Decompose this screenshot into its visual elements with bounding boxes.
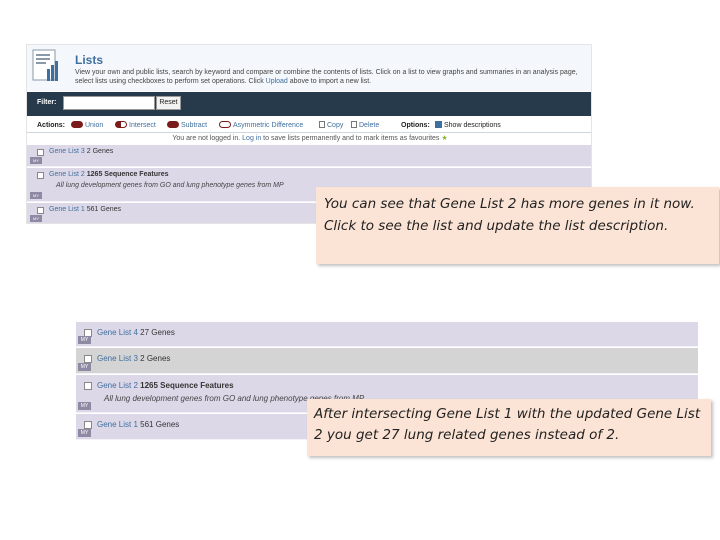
row-checkbox[interactable] (84, 421, 92, 429)
star-icon: ★ (441, 135, 448, 142)
options-label: Options: (401, 122, 430, 129)
my-badge: MY (30, 215, 42, 222)
my-badge: MY (78, 429, 91, 437)
row-checkbox[interactable] (37, 172, 44, 179)
copy-icon (319, 121, 325, 128)
login-link[interactable]: Log in (242, 135, 261, 142)
list-name: Gene List 1 561 Genes (97, 420, 180, 429)
login-notice: You are not logged in. Log in to save li… (172, 135, 448, 142)
list-name: Gene List 3 2 Genes (49, 148, 114, 155)
lists-header: Lists View your own and public lists, se… (27, 45, 591, 91)
callout-intersect-result: After intersecting Gene List 1 with the … (307, 399, 711, 456)
subtract-icon (167, 121, 179, 128)
page-description: View your own and public lists, search b… (75, 69, 578, 85)
row-checkbox[interactable] (84, 355, 92, 363)
row-checkbox[interactable] (84, 382, 92, 390)
actions-label: Actions: (37, 122, 65, 129)
list-row[interactable]: Gene List 4 27 Genes MY (76, 322, 698, 347)
page-title: Lists (75, 53, 104, 67)
filter-label: Filter: (37, 99, 57, 106)
subtract-button[interactable]: Subtract (167, 118, 207, 133)
callout-gene-list-2: You can see that Gene List 2 has more ge… (316, 187, 719, 264)
filter-bar: Filter: Reset (27, 92, 591, 116)
asymmetric-difference-icon (219, 121, 231, 128)
show-descriptions-toggle[interactable]: Show descriptions (435, 118, 501, 133)
row-checkbox[interactable] (37, 149, 44, 156)
my-badge: MY (30, 157, 42, 164)
my-badge: MY (78, 402, 91, 410)
intersect-button[interactable]: Intersect (115, 118, 156, 133)
list-name: Gene List 1 561 Genes (49, 206, 122, 213)
list-name: Gene List 2 1265 Sequence Features (97, 381, 234, 390)
asymmetric-difference-button[interactable]: Asymmetric Difference (219, 118, 303, 133)
list-description: All lung development genes from GO and l… (56, 182, 284, 189)
intersect-icon (115, 121, 127, 128)
upload-link[interactable]: Upload (266, 78, 288, 85)
my-badge: MY (78, 363, 91, 371)
list-name: Gene List 3 2 Genes (97, 354, 171, 363)
list-name: Gene List 4 27 Genes (97, 328, 175, 337)
copy-button[interactable]: Copy (319, 118, 343, 133)
filter-input[interactable] (63, 96, 155, 110)
list-row[interactable]: Gene List 3 2 Genes MY (76, 348, 698, 374)
reset-button[interactable]: Reset (156, 96, 181, 110)
list-row[interactable]: Gene List 3 2 Genes MY (27, 145, 591, 167)
lists-icon (32, 49, 58, 81)
list-name: Gene List 2 1265 Sequence Features (49, 171, 169, 178)
actions-bar: Actions: Union Intersect Subtract Asymme… (27, 118, 591, 133)
trash-icon (351, 121, 357, 128)
union-button[interactable]: Union (71, 118, 103, 133)
delete-button[interactable]: Delete (351, 118, 379, 133)
checkbox-checked-icon (435, 121, 442, 128)
my-badge: MY (30, 192, 42, 199)
my-badge: MY (78, 336, 91, 344)
union-icon (71, 121, 83, 128)
row-checkbox[interactable] (37, 207, 44, 214)
